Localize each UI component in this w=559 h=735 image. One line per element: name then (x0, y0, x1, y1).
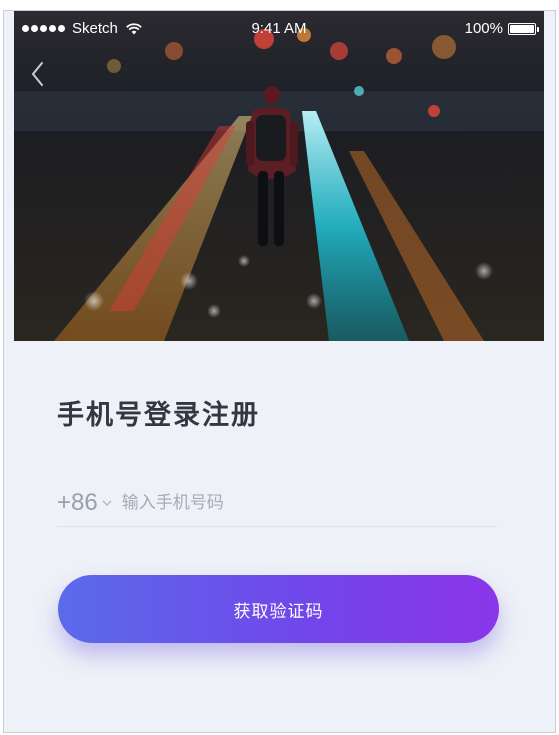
back-button[interactable] (28, 59, 48, 89)
chevron-down-icon (102, 500, 112, 506)
phone-input[interactable] (121, 492, 497, 513)
screen: Sketch 9:41 AM 100% 手机号登录注册 +86 获取验证码 (3, 10, 556, 733)
status-bar: Sketch 9:41 AM 100% (14, 11, 544, 45)
get-code-button[interactable]: 获取验证码 (58, 575, 499, 643)
hero-image (14, 11, 544, 341)
phone-field: +86 (57, 479, 497, 527)
battery-icon (508, 22, 539, 35)
back-chevron-icon (31, 62, 43, 86)
page-title: 手机号登录注册 (57, 400, 260, 431)
battery-percent: 100% (464, 20, 503, 37)
country-code-selector[interactable]: +86 (57, 489, 122, 517)
country-code-label: +86 (57, 488, 98, 516)
status-right: 100% (464, 20, 539, 37)
